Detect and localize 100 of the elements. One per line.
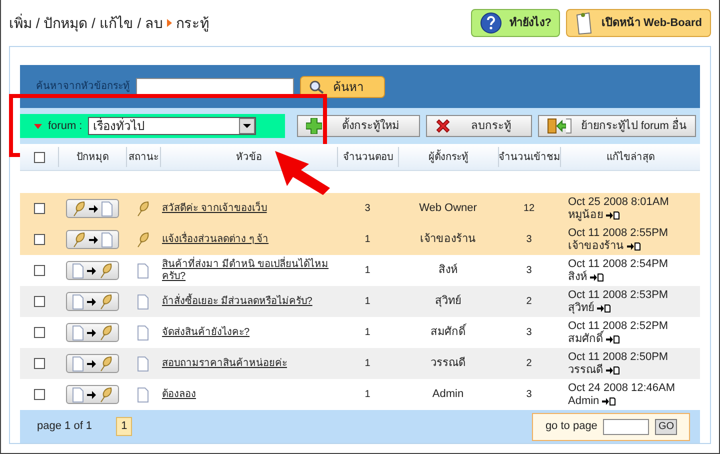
pin-icon xyxy=(98,324,112,340)
go-button[interactable]: GO xyxy=(655,418,677,434)
view-count: 3 xyxy=(526,327,532,338)
pin-button[interactable] xyxy=(66,354,118,373)
document-icon xyxy=(72,294,84,310)
topic-icon xyxy=(137,294,149,310)
topic-link[interactable]: จัดส่งสินค้ายังไงคะ? xyxy=(162,326,337,338)
new-topic-button[interactable]: ตั้งกระทู้ใหม่ xyxy=(296,115,420,137)
arrow-document-icon xyxy=(597,304,611,312)
author-name: เจ้าของร้าน xyxy=(420,233,476,246)
topic-icon xyxy=(137,262,149,278)
author-name: วรรณดี xyxy=(430,357,466,370)
arrow-icon xyxy=(86,360,96,368)
topic-link[interactable]: ต้องลอง xyxy=(162,388,337,400)
arrow-document-icon xyxy=(602,396,616,406)
checkbox[interactable] xyxy=(34,389,44,400)
pin-button[interactable] xyxy=(66,292,118,311)
arrow-document-icon xyxy=(606,210,620,220)
topic-link[interactable]: สอบถามราคาสินค้าหน่อยค่ะ xyxy=(162,358,337,370)
checkbox[interactable] xyxy=(34,152,44,162)
checkbox[interactable] xyxy=(34,327,44,338)
author-name: สิงห์ xyxy=(438,264,458,276)
last-edit-date: Oct 24 2008 12:46AM xyxy=(568,382,676,394)
document-icon xyxy=(72,356,84,372)
pin-button[interactable] xyxy=(66,261,118,280)
reply-count: 1 xyxy=(364,358,370,369)
arrow-icon xyxy=(88,236,98,244)
last-edit-user: เจ้าของร้าน xyxy=(568,240,624,252)
checkbox[interactable] xyxy=(34,234,44,245)
topic-icon xyxy=(137,356,149,372)
last-edit-date: Oct 11 2008 2:52PM xyxy=(568,320,670,332)
checkbox[interactable] xyxy=(34,203,44,214)
webboard-button[interactable]: เปิดหน้า Web-Board xyxy=(566,9,711,37)
breadcrumb-path: เพิ่ม / ปักหมุด / แก้ไข / ลบ xyxy=(9,12,164,34)
goto-label: go to page xyxy=(545,419,598,434)
triangle-icon xyxy=(167,19,172,27)
forum-select[interactable]: เรื่องทั่วไป xyxy=(88,117,256,135)
dropdown-triangle-icon xyxy=(34,124,42,128)
move-icon xyxy=(546,118,573,134)
pin-icon xyxy=(98,356,112,372)
checkbox[interactable] xyxy=(34,296,44,307)
view-count: 2 xyxy=(526,296,532,307)
arrow-icon xyxy=(88,204,98,212)
column-header: ผู้ตั้งกระทู้ xyxy=(428,150,468,164)
page-field[interactable] xyxy=(603,418,650,434)
topic-link[interactable]: ถ้าสั่งซื้อเยอะ มีส่วนลดหรือไม่ครับ? xyxy=(162,296,337,308)
last-edit-user: สิงห์ xyxy=(568,270,587,284)
plus-icon xyxy=(306,118,322,134)
unpin-button[interactable] xyxy=(66,230,118,249)
arrow-document-icon xyxy=(606,366,620,374)
search-field[interactable] xyxy=(136,78,294,96)
last-edit-date: Oct 11 2008 2:50PM xyxy=(568,350,670,364)
view-count: 3 xyxy=(526,234,532,245)
topic-link[interactable]: สินค้าที่ส่งมา มีตำหนิ ขอเปลี่ยนได้ไหมครับ? xyxy=(162,258,337,282)
help-button[interactable]: ทำยังไง? xyxy=(470,9,560,37)
column-header: หัวข้อ xyxy=(236,150,262,164)
breadcrumb-current: กระทู้ xyxy=(176,14,210,34)
search-icon xyxy=(309,80,325,94)
pin-icon xyxy=(98,294,112,310)
cross-icon xyxy=(434,118,451,134)
reply-count: 3 xyxy=(364,203,370,214)
page-summary: page 1 of 1 xyxy=(37,419,92,434)
arrow-icon xyxy=(86,266,96,274)
pin-icon xyxy=(72,232,86,248)
document-icon xyxy=(72,386,84,402)
forum-label: forum : xyxy=(48,118,82,134)
pin-button[interactable] xyxy=(66,323,118,342)
topic-icon xyxy=(137,324,149,340)
column-header: สถานะ xyxy=(128,150,158,164)
pin-icon xyxy=(98,262,112,278)
question-icon xyxy=(480,12,502,34)
column-header: จำนวนเข้าชม xyxy=(498,150,560,164)
author-name: สมศักดิ์ xyxy=(430,326,466,338)
topic-icon xyxy=(137,386,149,402)
last-edit-user: Admin xyxy=(568,394,600,408)
reply-count: 1 xyxy=(364,296,370,307)
reply-count: 1 xyxy=(364,234,370,245)
arrow-icon xyxy=(86,390,96,398)
author-name: Admin xyxy=(432,388,464,400)
document-icon xyxy=(72,262,84,278)
checkbox[interactable] xyxy=(34,265,44,276)
page-link[interactable]: 1 xyxy=(116,417,132,436)
search-label: ค้นหาจากหัวข้อกระทู้ xyxy=(36,80,130,94)
arrow-icon xyxy=(86,298,96,306)
unpin-button[interactable] xyxy=(66,199,118,218)
topic-link[interactable]: แจ้งเรื่องส่วนลดต่าง ๆ จ้า xyxy=(162,234,337,246)
last-edit-date: Oct 11 2008 2:53PM xyxy=(568,288,670,302)
document-icon xyxy=(100,232,112,248)
delete-topic-button[interactable]: ลบกระทู้ xyxy=(426,115,532,137)
pin-button[interactable] xyxy=(66,385,118,404)
column-header: ปักหมุด xyxy=(76,150,108,164)
last-edit-date: Oct 25 2008 8:01AM xyxy=(568,196,670,208)
move-topic-button[interactable]: ย้ายกระทู้ไป forum อื่น xyxy=(538,115,696,137)
arrow-icon xyxy=(86,328,96,336)
arrow-document-icon xyxy=(627,242,641,250)
topic-link[interactable]: สวัสดีค่ะ จากเจ้าของเว็บ xyxy=(162,202,337,214)
search-button[interactable]: ค้นหา xyxy=(300,76,385,98)
author-name: สุวิทย์ xyxy=(435,295,461,308)
last-edit-user: วรรณดี xyxy=(568,364,603,376)
checkbox[interactable] xyxy=(34,358,44,369)
